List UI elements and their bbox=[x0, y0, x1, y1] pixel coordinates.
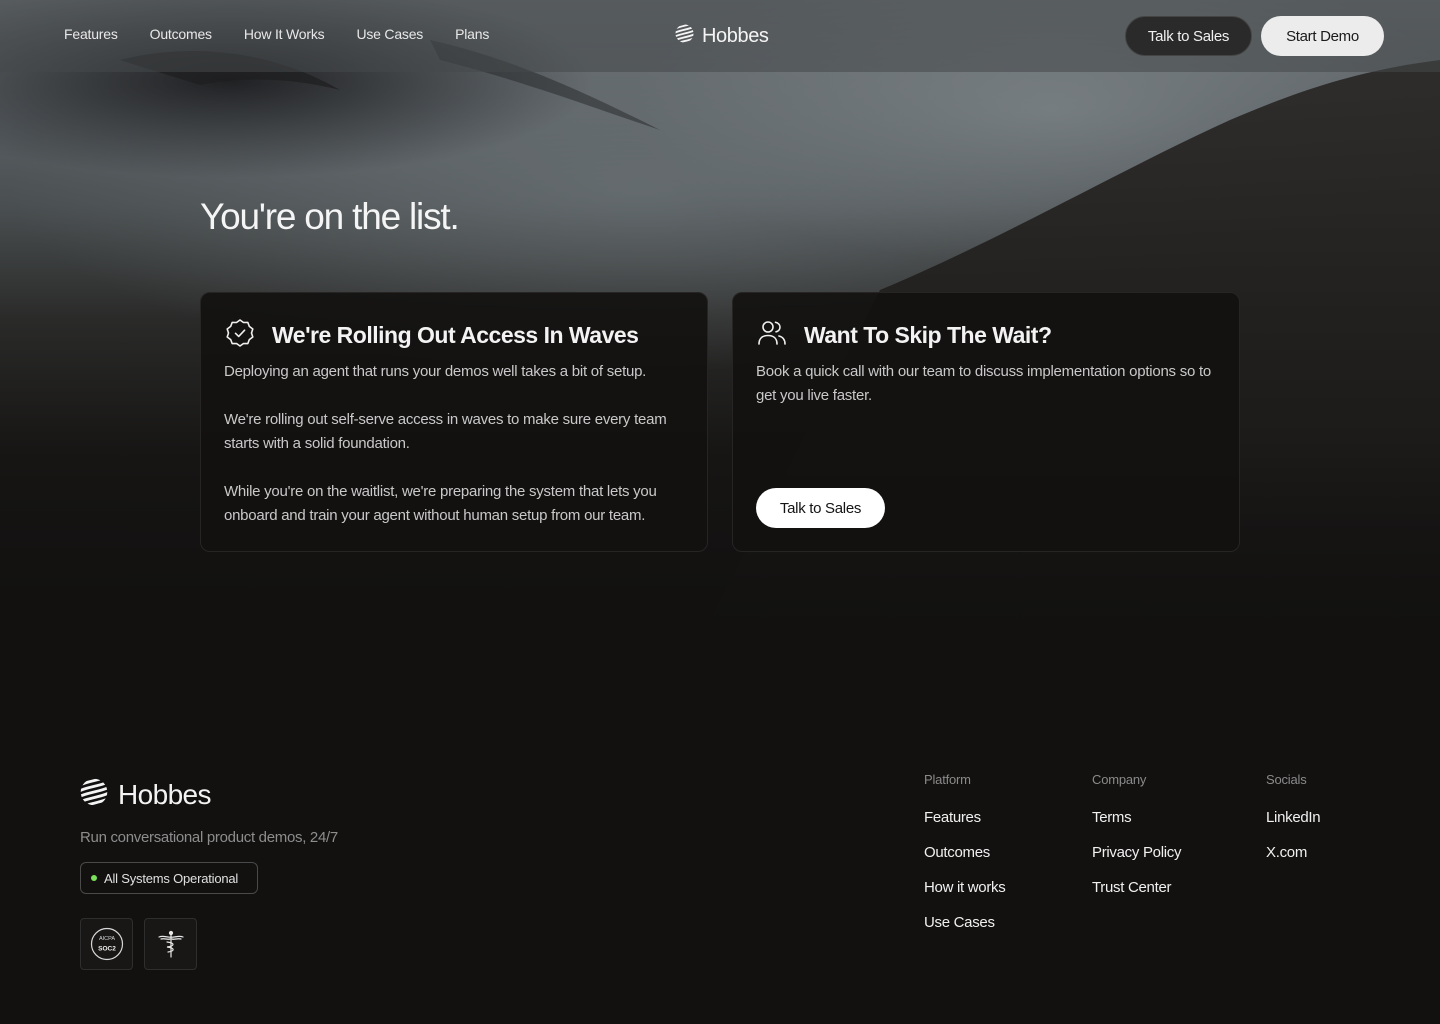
card-paragraph: While you're on the waitlist, we're prep… bbox=[224, 483, 657, 524]
talk-to-sales-card-button[interactable]: Talk to Sales bbox=[756, 488, 885, 528]
status-text: All Systems Operational bbox=[104, 870, 239, 886]
hobbes-logo-icon bbox=[80, 778, 108, 811]
card-title: We're Rolling Out Access In Waves bbox=[272, 322, 639, 348]
card-header: Want To Skip The Wait? bbox=[756, 317, 1052, 354]
soc2-seal-icon: AICPA SOC2 bbox=[90, 927, 123, 961]
card-header: We're Rolling Out Access In Waves bbox=[224, 317, 639, 354]
footer-link-outcomes[interactable]: Outcomes bbox=[924, 844, 1005, 861]
status-dot-icon bbox=[91, 875, 97, 881]
talk-to-sales-button[interactable]: Talk to Sales bbox=[1125, 16, 1252, 56]
start-demo-button[interactable]: Start Demo bbox=[1261, 16, 1384, 56]
nav-plans[interactable]: Plans bbox=[455, 26, 489, 42]
rollout-card: We're Rolling Out Access In Waves Deploy… bbox=[200, 292, 708, 552]
footer-column-heading: Socials bbox=[1266, 772, 1307, 787]
card-paragraph: Book a quick call with our team to discu… bbox=[756, 363, 1211, 404]
status-badge[interactable]: All Systems Operational bbox=[80, 862, 258, 894]
nav-links: Features Outcomes How It Works Use Cases… bbox=[64, 26, 489, 42]
card-title: Want To Skip The Wait? bbox=[804, 322, 1052, 348]
brand-name: Hobbes bbox=[702, 24, 769, 47]
top-nav: Features Outcomes How It Works Use Cases… bbox=[0, 0, 1440, 72]
svg-text:AICPA: AICPA bbox=[98, 936, 114, 942]
footer-link-use-cases[interactable]: Use Cases bbox=[924, 914, 1005, 931]
footer-link-privacy-policy[interactable]: Privacy Policy bbox=[1092, 844, 1181, 861]
soc2-badge: AICPA SOC2 bbox=[80, 918, 133, 970]
brand-logo[interactable]: Hobbes bbox=[675, 24, 769, 48]
nav-how-it-works[interactable]: How It Works bbox=[244, 26, 325, 42]
footer-column-heading: Platform bbox=[924, 772, 971, 787]
nav-outcomes[interactable]: Outcomes bbox=[150, 26, 212, 42]
card-paragraph: Deploying an agent that runs your demos … bbox=[224, 363, 647, 380]
footer-link-how-it-works[interactable]: How it works bbox=[924, 879, 1006, 896]
footer-column-platform: Platform Features Outcomes How it works … bbox=[924, 772, 1006, 949]
footer-link-terms[interactable]: Terms bbox=[1092, 809, 1181, 826]
badge-check-icon bbox=[224, 317, 256, 354]
card-paragraph: We're rolling out self-serve access in w… bbox=[224, 411, 667, 452]
footer-brand-name: Hobbes bbox=[118, 778, 212, 810]
footer-column-socials: Socials LinkedIn X.com bbox=[1266, 772, 1321, 879]
card-body: Deploying an agent that runs your demos … bbox=[224, 360, 674, 552]
footer-link-trust-center[interactable]: Trust Center bbox=[1092, 879, 1181, 896]
hobbes-logo-icon bbox=[675, 24, 694, 48]
hipaa-badge bbox=[144, 918, 197, 970]
nav-use-cases[interactable]: Use Cases bbox=[356, 26, 423, 42]
nav-features[interactable]: Features bbox=[64, 26, 118, 42]
footer-brand[interactable]: Hobbes bbox=[80, 778, 212, 811]
footer-link-features[interactable]: Features bbox=[924, 809, 1005, 826]
footer-link-x[interactable]: X.com bbox=[1266, 844, 1320, 861]
footer-link-linkedin[interactable]: LinkedIn bbox=[1266, 809, 1321, 826]
footer-column-company: Company Terms Privacy Policy Trust Cente… bbox=[1092, 772, 1181, 914]
users-icon bbox=[756, 317, 788, 354]
skip-wait-card: Want To Skip The Wait? Book a quick call… bbox=[732, 292, 1240, 552]
card-body: Book a quick call with our team to discu… bbox=[756, 360, 1218, 432]
footer-column-heading: Company bbox=[1092, 772, 1147, 787]
page-title: You're on the list. bbox=[200, 196, 460, 237]
svg-text:SOC2: SOC2 bbox=[98, 946, 116, 953]
caduceus-icon bbox=[157, 930, 184, 958]
footer-tagline: Run conversational product demos, 24/7 bbox=[80, 829, 338, 846]
